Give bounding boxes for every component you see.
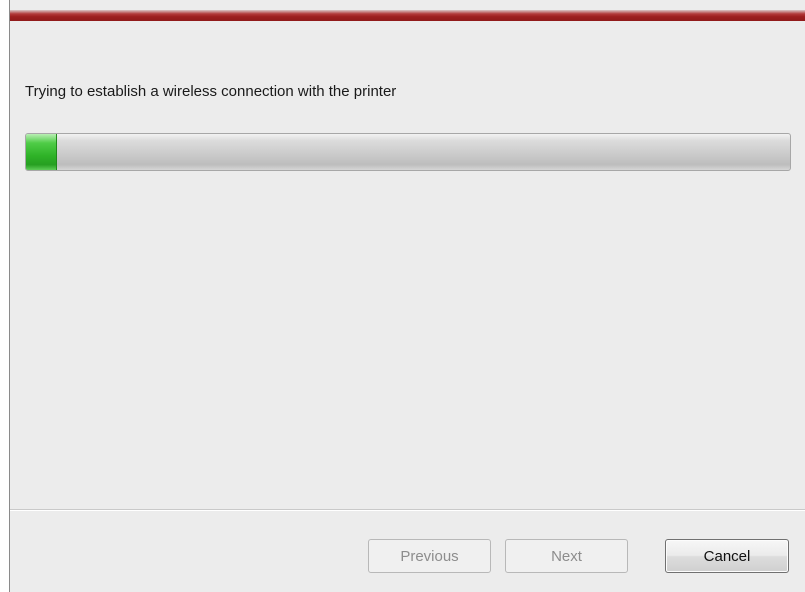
cancel-button[interactable]: Cancel	[665, 539, 789, 573]
progress-fill	[26, 134, 57, 170]
footer-divider	[10, 509, 805, 511]
status-message: Trying to establish a wireless connectio…	[25, 83, 397, 100]
connection-progress-bar	[25, 133, 791, 171]
previous-button[interactable]: Previous	[368, 539, 491, 573]
next-button[interactable]: Next	[505, 539, 628, 573]
wizard-dialog: Trying to establish a wireless connectio…	[9, 0, 805, 592]
header-accent-bar	[10, 10, 805, 21]
